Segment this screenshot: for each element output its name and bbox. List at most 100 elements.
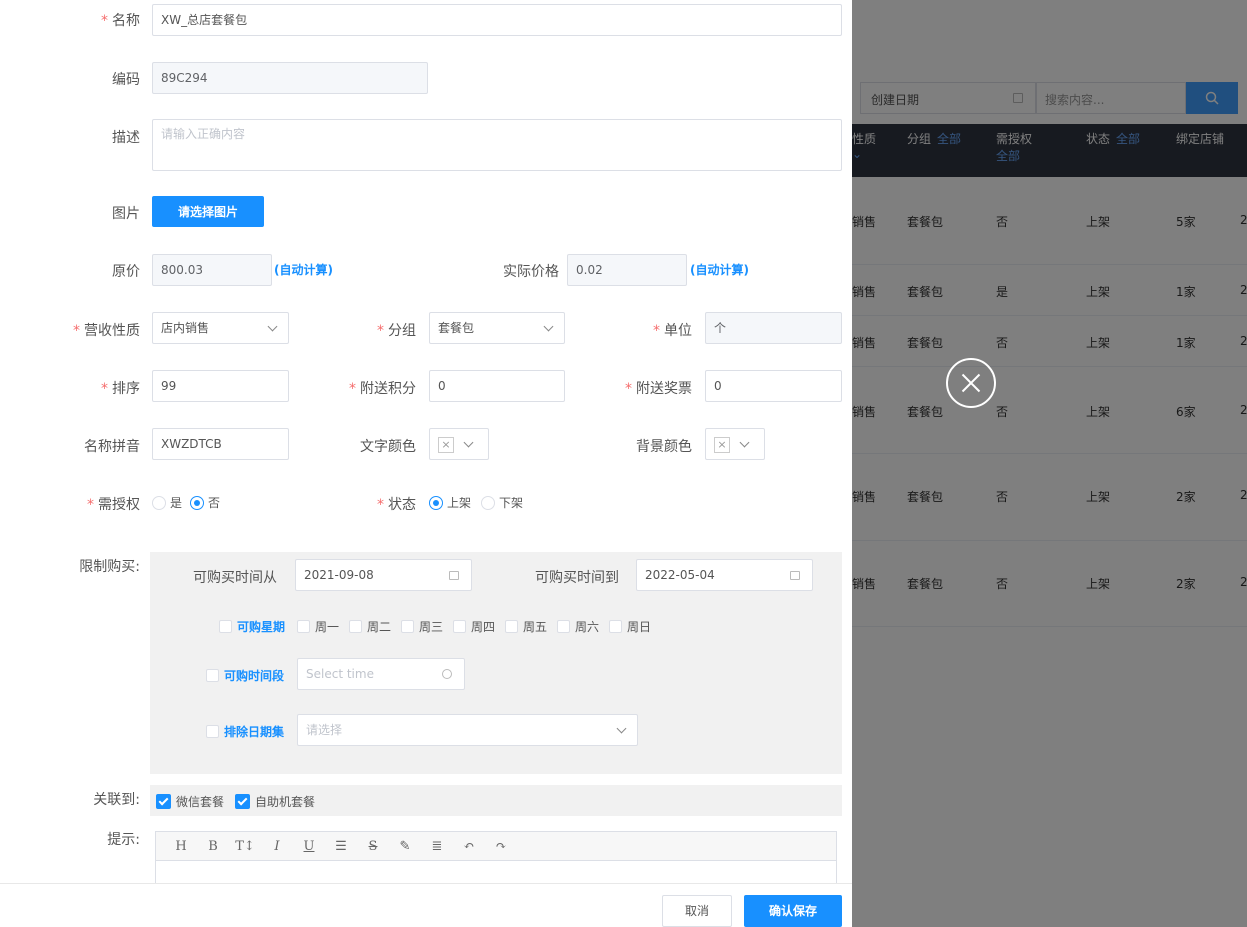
checkbox-box: [609, 620, 622, 633]
orig-price-input[interactable]: 800.03: [152, 254, 272, 286]
sort-input[interactable]: 99: [152, 370, 289, 402]
checkbox-label: 可购时间段: [224, 669, 285, 683]
chevron-down-icon: [739, 437, 750, 448]
weekday-toggle-checkbox[interactable]: 可购星期: [219, 618, 285, 635]
revenue-type-select[interactable]: 店内销售: [152, 312, 289, 344]
relate-kiosk-checkbox[interactable]: 自助机套餐: [235, 793, 315, 810]
rich-text-editor[interactable]: H B T↕ I U ☰ S ✎ ≣ ↶ ↷: [155, 831, 837, 891]
radio-circle: [481, 495, 495, 510]
code-label: 编码: [112, 72, 140, 88]
actual-price-auto-calc: (自动计算): [690, 263, 749, 277]
time-from-picker[interactable]: 2021-09-08: [295, 559, 472, 591]
code-input[interactable]: 89C294: [152, 62, 428, 94]
relate-wechat-checkbox[interactable]: 微信套餐: [156, 793, 224, 810]
empty-color-icon: ×: [714, 437, 730, 453]
checkbox-box: [349, 620, 362, 633]
empty-color-icon: ×: [438, 437, 454, 453]
editor-toolbar: H B T↕ I U ☰ S ✎ ≣ ↶ ↷: [156, 832, 836, 861]
unit-label: * 单位: [653, 323, 692, 339]
bg-color-picker[interactable]: ×: [705, 428, 765, 460]
underline-icon[interactable]: U: [298, 839, 320, 854]
exclude-dates-select[interactable]: 请选择: [297, 714, 638, 746]
voucher-input[interactable]: 0: [705, 370, 842, 402]
unit-input[interactable]: 个: [705, 312, 842, 344]
calendar-icon: [790, 571, 800, 580]
voucher-label: * 附送奖票: [625, 381, 692, 397]
points-input[interactable]: 0: [429, 370, 565, 402]
time-to-label: 可购买时间到: [535, 570, 619, 586]
name-label: * 名称: [101, 13, 140, 29]
desc-textarea[interactable]: 请输入正确内容: [152, 119, 842, 171]
strikethrough-icon[interactable]: S: [362, 839, 384, 854]
weekday-checkbox-mon[interactable]: 周一: [297, 618, 339, 635]
status-on-radio[interactable]: 上架: [429, 494, 471, 511]
time-from-value: 2021-09-08: [304, 568, 374, 582]
weekday-checkbox-sun[interactable]: 周日: [609, 618, 651, 635]
pinyin-label: 名称拼音: [84, 439, 140, 455]
bg-color-label: 背景颜色: [636, 439, 692, 455]
undo-icon[interactable]: ↶: [458, 839, 480, 854]
weekday-checkbox-tue[interactable]: 周二: [349, 618, 391, 635]
relate-label: 关联到:: [93, 792, 140, 808]
checkbox-label: 周三: [419, 620, 444, 634]
status-off-radio[interactable]: 下架: [481, 494, 523, 511]
actual-price-input[interactable]: 0.02: [567, 254, 687, 286]
orig-price-auto-calc: (自动计算): [274, 263, 333, 277]
limit-label: 限制购买:: [79, 559, 140, 575]
weekday-checkbox-wed[interactable]: 周三: [401, 618, 443, 635]
weekday-checkbox-fri[interactable]: 周五: [505, 618, 547, 635]
tip-label: 提示:: [107, 832, 140, 848]
time-to-picker[interactable]: 2022-05-04: [636, 559, 813, 591]
heading-icon[interactable]: H: [170, 839, 192, 854]
radio-circle: [152, 495, 166, 510]
radio-circle: [190, 495, 204, 510]
time-placeholder: Select time: [306, 667, 374, 681]
font-size-icon[interactable]: T↕: [234, 839, 256, 854]
time-range-picker[interactable]: Select time: [297, 658, 465, 690]
checkbox-label: 周四: [471, 620, 496, 634]
checkbox-label: 周二: [367, 620, 392, 634]
chevron-down-icon: [463, 437, 474, 448]
need-auth-label: * 需授权: [87, 497, 140, 513]
confirm-save-button[interactable]: 确认保存: [744, 895, 842, 927]
list-icon[interactable]: ☰: [330, 839, 352, 854]
cancel-button[interactable]: 取消: [662, 895, 732, 927]
radio-circle: [429, 495, 443, 510]
checkbox-label: 周五: [523, 620, 548, 634]
checkbox-box: [557, 620, 570, 633]
pinyin-input[interactable]: XWZDTCB: [152, 428, 289, 460]
checkbox-box: [219, 620, 232, 633]
align-icon[interactable]: ≣: [426, 839, 448, 854]
radio-label: 下架: [499, 496, 524, 510]
exclude-dates-toggle-checkbox[interactable]: 排除日期集: [206, 723, 284, 740]
chevron-down-icon: [543, 321, 554, 332]
redo-icon[interactable]: ↷: [490, 839, 512, 854]
need-auth-yes-radio[interactable]: 是: [152, 494, 182, 511]
text-color-picker[interactable]: ×: [429, 428, 489, 460]
weekday-checkbox-thu[interactable]: 周四: [453, 618, 495, 635]
checkbox-box: [505, 620, 518, 633]
choose-image-button[interactable]: 请选择图片: [152, 196, 264, 227]
bold-icon[interactable]: B: [202, 839, 224, 854]
weekday-checkbox-sat[interactable]: 周六: [557, 618, 599, 635]
checkbox-label: 微信套餐: [176, 795, 225, 809]
checkbox-label: 周六: [575, 620, 600, 634]
italic-icon[interactable]: I: [266, 839, 288, 854]
status-label: * 状态: [377, 497, 416, 513]
checkbox-box: [156, 794, 171, 809]
need-auth-no-radio[interactable]: 否: [190, 494, 220, 511]
text-color-label: 文字颜色: [360, 439, 416, 455]
name-input[interactable]: XW_总店套餐包: [152, 4, 842, 36]
checkbox-box: [206, 725, 219, 738]
checkbox-label: 可购星期: [237, 620, 286, 634]
close-drawer-button[interactable]: [946, 358, 996, 408]
checkbox-box: [297, 620, 310, 633]
highlight-icon[interactable]: ✎: [394, 839, 416, 854]
group-label: * 分组: [377, 323, 416, 339]
chevron-down-icon: [616, 723, 627, 734]
time-range-toggle-checkbox[interactable]: 可购时间段: [206, 667, 284, 684]
desc-label: 描述: [112, 130, 140, 146]
group-select[interactable]: 套餐包: [429, 312, 565, 344]
checkbox-box: [235, 794, 250, 809]
revenue-type-value: 店内销售: [161, 321, 210, 335]
